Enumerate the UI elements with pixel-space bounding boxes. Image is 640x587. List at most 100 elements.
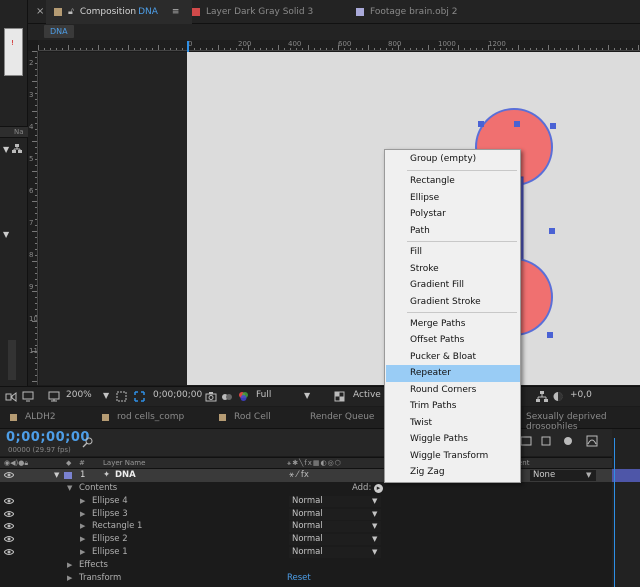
menu-item-group-empty[interactable]: Group (empty)	[386, 151, 520, 168]
menu-item-zig-zag[interactable]: Zig Zag	[386, 464, 520, 481]
tab-footage[interactable]: Footage brain.obj 2	[348, 0, 465, 24]
menu-item-gradient-stroke[interactable]: Gradient Stroke	[386, 294, 520, 311]
expand-contents-icon[interactable]: ▼	[67, 482, 72, 495]
layer-switches[interactable]: ⚹ ⁄ fx	[289, 469, 309, 482]
expand-arrow-icon[interactable]: ▼	[3, 230, 9, 239]
show-snapshot-icon[interactable]	[221, 391, 233, 402]
visibility-eye-icon[interactable]	[4, 522, 14, 530]
blend-mode-dropdown-icon[interactable]: ▼	[372, 533, 377, 546]
scrollbar[interactable]	[8, 340, 16, 380]
toggle-mask-icon[interactable]	[134, 391, 145, 402]
menu-item-stroke[interactable]: Stroke	[386, 261, 520, 278]
label-column-icon[interactable]: ◆	[66, 459, 71, 467]
display-icon[interactable]	[48, 391, 60, 402]
menu-item-wiggle-paths[interactable]: Wiggle Paths	[386, 431, 520, 448]
visibility-eye-icon[interactable]	[4, 471, 14, 479]
resolution-dropdown[interactable]: Full	[256, 390, 271, 400]
graph-editor-icon[interactable]	[586, 435, 598, 447]
group-row-ellipse-3[interactable]: ▶ Ellipse 3 Normal ▼	[0, 508, 612, 521]
tab-rod-cells-comp[interactable]: rod cells_comp	[102, 412, 184, 422]
lock-icon[interactable]: 🔓︎	[68, 7, 74, 17]
tab-layer[interactable]: Layer Dark Gray Solid 3	[184, 0, 321, 24]
group-row-ellipse-1[interactable]: ▶ Ellipse 1 Normal ▼	[0, 546, 612, 559]
monitor-icon[interactable]	[22, 391, 34, 402]
add-content-button[interactable]: ▸	[374, 484, 383, 493]
reset-link[interactable]: Reset	[287, 572, 311, 585]
expand-group-icon[interactable]: ▶	[80, 533, 85, 546]
menu-item-pucker-bloat[interactable]: Pucker & Bloat	[386, 349, 520, 366]
menu-item-wiggle-transform[interactable]: Wiggle Transform	[386, 448, 520, 465]
label-color-swatch[interactable]	[64, 472, 72, 479]
menu-item-polystar[interactable]: Polystar	[386, 206, 520, 223]
visibility-eye-icon[interactable]	[4, 535, 14, 543]
tab-aldh2[interactable]: ALDH2	[10, 412, 56, 422]
menu-item-merge-paths[interactable]: Merge Paths	[386, 316, 520, 333]
tab-rod-cell[interactable]: Rod Cell	[219, 412, 271, 422]
menu-item-gradient-fill[interactable]: Gradient Fill	[386, 277, 520, 294]
current-time-display[interactable]: 0;00;00;00	[6, 430, 90, 445]
column-layer-name[interactable]: Layer Name	[103, 459, 145, 467]
viewer-timecode[interactable]: 0;00;00;00	[153, 390, 202, 400]
close-icon[interactable]: ×	[36, 6, 44, 17]
blend-mode-dropdown-icon[interactable]: ▼	[372, 495, 377, 508]
menu-item-repeater[interactable]: Repeater	[386, 365, 520, 382]
layer-name[interactable]: DNA	[115, 469, 136, 482]
expand-arrow-icon[interactable]: ▼	[3, 145, 9, 154]
flowchart-icon[interactable]	[536, 391, 548, 402]
blend-mode-dropdown-icon[interactable]: ▼	[372, 520, 377, 533]
transform-row[interactable]: ▶ Transform Reset	[0, 572, 612, 585]
menu-icon[interactable]: ≡	[172, 7, 180, 17]
zoom-dropdown-icon[interactable]: ▼	[103, 391, 109, 400]
project-thumbnail[interactable]: !	[4, 28, 23, 76]
exposure-value[interactable]: +0,0	[570, 390, 592, 400]
group-name[interactable]: Ellipse 1	[92, 546, 128, 559]
composition-navigator-chip[interactable]: DNA	[44, 25, 74, 38]
visibility-eye-icon[interactable]	[4, 510, 14, 518]
menu-item-trim-paths[interactable]: Trim Paths	[386, 398, 520, 415]
color-channel-icon[interactable]	[238, 391, 249, 402]
contents-row[interactable]: ▼ Contents Add: ▸	[0, 482, 612, 495]
always-preview-icon[interactable]	[5, 391, 17, 402]
group-name[interactable]: Ellipse 3	[92, 508, 128, 521]
current-time-indicator[interactable]	[614, 438, 620, 587]
parent-dropdown-icon[interactable]: ▼	[586, 469, 591, 482]
zoom-level[interactable]: 200%	[66, 390, 92, 400]
exposure-icon[interactable]	[552, 391, 564, 402]
expand-layer-icon[interactable]: ▼	[54, 469, 59, 482]
group-row-rectangle-1[interactable]: ▶ Rectangle 1 Normal ▼	[0, 520, 612, 533]
visibility-eye-icon[interactable]	[4, 497, 14, 505]
expand-group-icon[interactable]: ▶	[80, 495, 85, 508]
expand-group-icon[interactable]: ▶	[80, 546, 85, 559]
motion-blur-icon[interactable]	[562, 435, 574, 447]
comp-flowchart-icon[interactable]	[520, 436, 532, 446]
tab-render-queue[interactable]: Render Queue	[310, 412, 374, 422]
menu-item-rectangle[interactable]: Rectangle	[386, 173, 520, 190]
menu-item-path[interactable]: Path	[386, 223, 520, 240]
column-index[interactable]: #	[79, 459, 85, 467]
expand-transform-icon[interactable]: ▶	[67, 572, 72, 585]
effects-row[interactable]: ▶ Effects	[0, 559, 612, 572]
project-column-header[interactable]: Na	[0, 126, 28, 138]
menu-item-twist[interactable]: Twist	[386, 415, 520, 432]
menu-item-round-corners[interactable]: Round Corners	[386, 382, 520, 399]
expand-group-icon[interactable]: ▶	[80, 520, 85, 533]
group-row-ellipse-2[interactable]: ▶ Ellipse 2 Normal ▼	[0, 533, 612, 546]
menu-item-fill[interactable]: Fill	[386, 244, 520, 261]
menu-item-offset-paths[interactable]: Offset Paths	[386, 332, 520, 349]
group-name[interactable]: Ellipse 4	[92, 495, 128, 508]
group-name[interactable]: Ellipse 2	[92, 533, 128, 546]
visibility-eye-icon[interactable]	[4, 548, 14, 556]
tab-composition-dna[interactable]: 🔓︎ Composition DNA ≡	[46, 0, 192, 24]
group-row-ellipse-4[interactable]: ▶ Ellipse 4 Normal ▼	[0, 495, 612, 508]
menu-item-ellipse[interactable]: Ellipse	[386, 190, 520, 207]
resolution-dropdown-icon[interactable]: ▼	[304, 391, 310, 400]
blend-mode-dropdown-icon[interactable]: ▼	[372, 546, 377, 559]
region-of-interest-icon[interactable]	[116, 391, 127, 402]
search-icon[interactable]	[82, 437, 95, 448]
expand-group-icon[interactable]: ▶	[80, 508, 85, 521]
snapshot-icon[interactable]	[205, 391, 217, 402]
expand-effects-icon[interactable]: ▶	[67, 559, 72, 572]
transparency-grid-icon[interactable]	[334, 391, 345, 402]
group-name[interactable]: Rectangle 1	[92, 520, 142, 533]
blend-mode-dropdown-icon[interactable]: ▼	[372, 508, 377, 521]
